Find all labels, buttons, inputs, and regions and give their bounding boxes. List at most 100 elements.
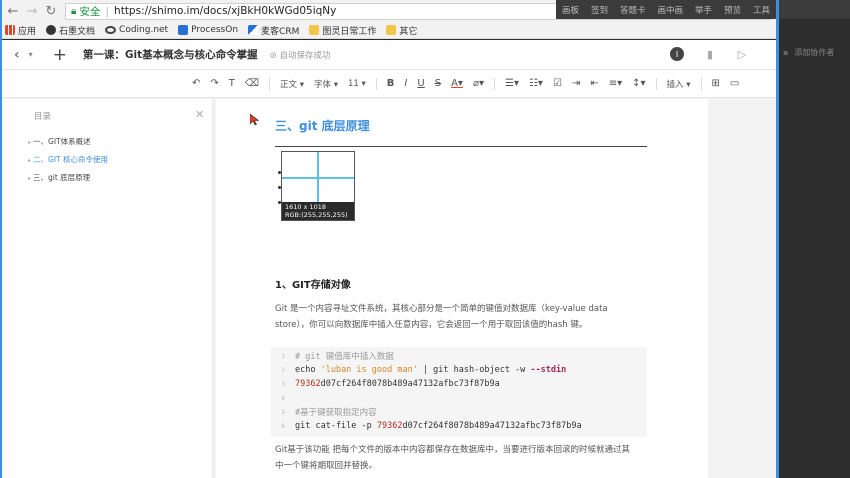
redo-icon[interactable]: ↷ — [210, 78, 218, 89]
italic-icon[interactable]: I — [404, 78, 407, 89]
back-chevron-icon[interactable]: ‹ — [14, 47, 20, 63]
format-brush-icon[interactable]: ⊞ — [712, 78, 720, 89]
bookmark-label: Coding.net — [119, 25, 169, 35]
text-color-icon[interactable]: A▾ — [451, 78, 463, 89]
code-text: d07cf264f8078b489a47132afbc73f87b9a — [320, 379, 500, 389]
shimo-logo-icon — [46, 25, 57, 35]
paragraph-line: store），你可以向数据库中插入任意内容，它会返回一个用于取回该值的hash … — [275, 320, 588, 330]
code-line: 3 79362 d07cf264f8078b489a47132afbc73f87b… — [271, 377, 500, 391]
bookmark-shimo[interactable]: 石墨文档 — [46, 24, 95, 37]
line-number: 1 — [281, 352, 285, 360]
back-arrow-icon[interactable]: ← — [5, 3, 21, 19]
checklist-icon[interactable]: ☑ — [553, 78, 562, 89]
close-icon[interactable]: ✕ — [195, 108, 204, 121]
add-collaborator-button[interactable]: ▪ 添加协作者 — [783, 47, 834, 58]
bookmark-apps[interactable]: 应用 — [5, 24, 36, 37]
expand-arrow-icon[interactable]: ▸ — [28, 175, 31, 182]
live-class-menu-extension — [779, 0, 850, 19]
paragraph-line: 中一个键将期取回并替换。 — [275, 461, 378, 471]
bookmarks-bar: 应用 石墨文档 Coding.net ProcessOn 麦客CRM 图灵日常工… — [2, 22, 776, 39]
screenshot-info: 1610 x 1018 RGB:(255,255,255) — [282, 202, 354, 220]
menu-item-checkin[interactable]: 签到 — [591, 4, 608, 16]
toolbar-divider — [700, 77, 702, 90]
present-play-icon[interactable]: ▷ — [736, 48, 748, 61]
avatar[interactable]: I — [670, 47, 684, 61]
clear-format-icon[interactable]: ⌫ — [245, 78, 259, 89]
forward-arrow-icon[interactable]: → — [24, 3, 40, 19]
screenshot-magnifier: 1610 x 1018 RGB:(255,255,255) — [281, 151, 355, 221]
strikethrough-icon[interactable]: S — [435, 78, 441, 89]
notification-icon[interactable]: ▮ — [704, 48, 716, 61]
underline-icon[interactable]: U — [417, 78, 424, 89]
code-comment: #基于键获取指定内容 — [295, 408, 377, 418]
caret-down-icon[interactable]: ▾ — [29, 50, 33, 59]
code-keyword: --stdin — [530, 365, 567, 375]
paragraph-line: Git 是一个内容寻址文件系统，其核心部分是一个简单的键值对数据库（key-va… — [275, 304, 608, 314]
bookmark-label: 石墨文档 — [59, 26, 96, 37]
menu-item-draw[interactable]: 画板 — [562, 4, 579, 16]
bookmark-mike[interactable]: 麦客CRM — [248, 24, 299, 37]
subheading: 1、GIT存储对像 — [275, 280, 351, 291]
lock-icon: 🔒︎ — [71, 5, 77, 17]
highlight-icon[interactable]: ⌀▾ — [473, 78, 484, 89]
page-margin-right — [708, 99, 776, 478]
font-select[interactable]: 字体 ▾ — [314, 78, 338, 90]
font-size-select[interactable]: 11 ▾ — [348, 79, 366, 89]
expand-arrow-icon[interactable]: ▸ — [28, 139, 31, 146]
screenshot-size: 1610 x 1018 — [285, 203, 327, 211]
font-label: 字体 — [314, 79, 332, 90]
code-text: git cat-file -p — [295, 421, 377, 431]
toolbar-divider — [375, 77, 377, 90]
bookmark-turing[interactable]: 图灵日常工作 — [309, 24, 376, 37]
line-number: 3 — [281, 380, 285, 388]
outline-item-3[interactable]: ▸ 三、git 底层原理 — [28, 172, 90, 183]
secure-label: 安全 — [79, 5, 101, 18]
code-line: 4 — [271, 391, 295, 405]
menu-item-raise-hand[interactable]: 举手 — [695, 4, 712, 16]
menu-item-preview[interactable]: 预览 — [724, 4, 741, 16]
coding-logo-icon — [105, 26, 117, 34]
outline-item-1[interactable]: ▸ 一、GIT体系概述 — [28, 136, 91, 147]
comment-icon[interactable]: ▭ — [730, 78, 739, 89]
code-block[interactable]: 1 # git 键值库中插入数据 2 echo 'luban is good m… — [271, 347, 647, 437]
format-toolbar: ↶ ↷ T ⌫ 正文 ▾ 字体 ▾ 11 ▾ B I U S A▾ ⌀▾ ☰▾ … — [2, 70, 776, 98]
code-number: 79362 — [295, 379, 321, 389]
outline-panel: 目录 ✕ ▸ 一、GIT体系概述 ▸ 二、GIT 核心命令使用 ▸ 三、git 底层原… — [3, 99, 213, 478]
url-text[interactable]: https://shimo.im/docs/xjBkH0kWGd05iqNy — [114, 5, 336, 17]
menu-item-tools[interactable]: 工具 — [753, 4, 770, 16]
expand-arrow-icon[interactable]: ▸ — [28, 157, 31, 164]
new-doc-plus-icon[interactable]: + — [53, 45, 67, 65]
paragraph-style-select[interactable]: 正文 ▾ — [280, 78, 304, 90]
crosshair-horizontal — [282, 177, 354, 179]
document-page[interactable]: 三、git 底层原理 1610 x 1018 RGB:(255,255,255)… — [216, 99, 708, 478]
bullet-list-icon[interactable]: ☷▾ — [529, 78, 543, 89]
right-dark-panel — [779, 19, 850, 478]
bookmark-coding[interactable]: Coding.net — [105, 25, 168, 35]
line-height-icon[interactable]: ↕▾ — [632, 78, 645, 89]
insert-menu[interactable]: 插入 ▾ — [667, 78, 691, 90]
ordered-list-icon[interactable]: ☰▾ — [505, 78, 519, 89]
code-line: 5 #基于键获取指定内容 — [271, 405, 377, 419]
outdent-icon[interactable]: ⇤ — [590, 78, 598, 89]
window-frame-right — [776, 0, 779, 478]
outline-item-label: 二、GIT 核心命令使用 — [33, 155, 109, 164]
screenshot-rgb: RGB:(255,255,255) — [285, 211, 348, 219]
code-text: echo — [295, 365, 321, 375]
menu-item-pip[interactable]: 画中画 — [657, 4, 683, 16]
doc-title[interactable]: 第一课：Git基本概念与核心命令掌握 — [83, 47, 258, 62]
section-heading: 三、git 底层原理 — [275, 119, 370, 133]
format-painter-icon[interactable]: T — [229, 78, 235, 89]
undo-icon[interactable]: ↶ — [192, 78, 200, 89]
indent-icon[interactable]: ⇥ — [572, 78, 580, 89]
menu-item-answer-card[interactable]: 答题卡 — [620, 4, 646, 16]
bold-icon[interactable]: B — [387, 78, 395, 89]
align-icon[interactable]: ≡▾ — [609, 78, 622, 89]
code-line: 1 # git 键值库中插入数据 — [271, 349, 394, 363]
outline-item-2[interactable]: ▸ 二、GIT 核心命令使用 — [28, 154, 108, 165]
bookmark-label: 其它 — [399, 26, 418, 37]
bookmark-label: 应用 — [18, 26, 37, 37]
reload-icon[interactable]: ↻ — [43, 3, 59, 19]
code-comment: # git 键值库中插入数据 — [295, 352, 394, 362]
bookmark-other[interactable]: 其它 — [386, 24, 417, 37]
bookmark-processon[interactable]: ProcessOn — [178, 25, 238, 35]
